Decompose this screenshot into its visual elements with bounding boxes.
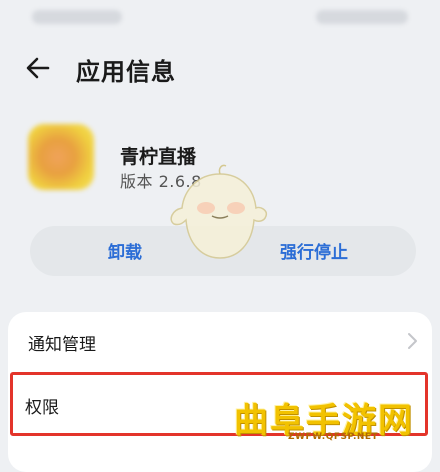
status-bar-icons-blur <box>316 10 408 24</box>
app-icon <box>28 124 94 190</box>
mascot-watermark-icon <box>170 164 268 259</box>
header: 应用信息 <box>0 46 440 90</box>
back-arrow-icon[interactable] <box>22 52 54 84</box>
force-stop-button[interactable]: 强行停止 <box>280 238 348 263</box>
status-bar <box>0 0 440 34</box>
settings-item-label: 权限 <box>25 398 59 418</box>
chevron-right-icon <box>408 333 417 349</box>
settings-item-label: 通知管理 <box>28 335 96 355</box>
watermark-url: ZWFW.QFSP.NET <box>288 432 379 442</box>
status-bar-time-blur <box>32 10 122 24</box>
uninstall-button[interactable]: 卸载 <box>108 238 142 263</box>
page-title: 应用信息 <box>76 58 176 86</box>
settings-item-notification[interactable]: 通知管理 <box>8 312 432 370</box>
